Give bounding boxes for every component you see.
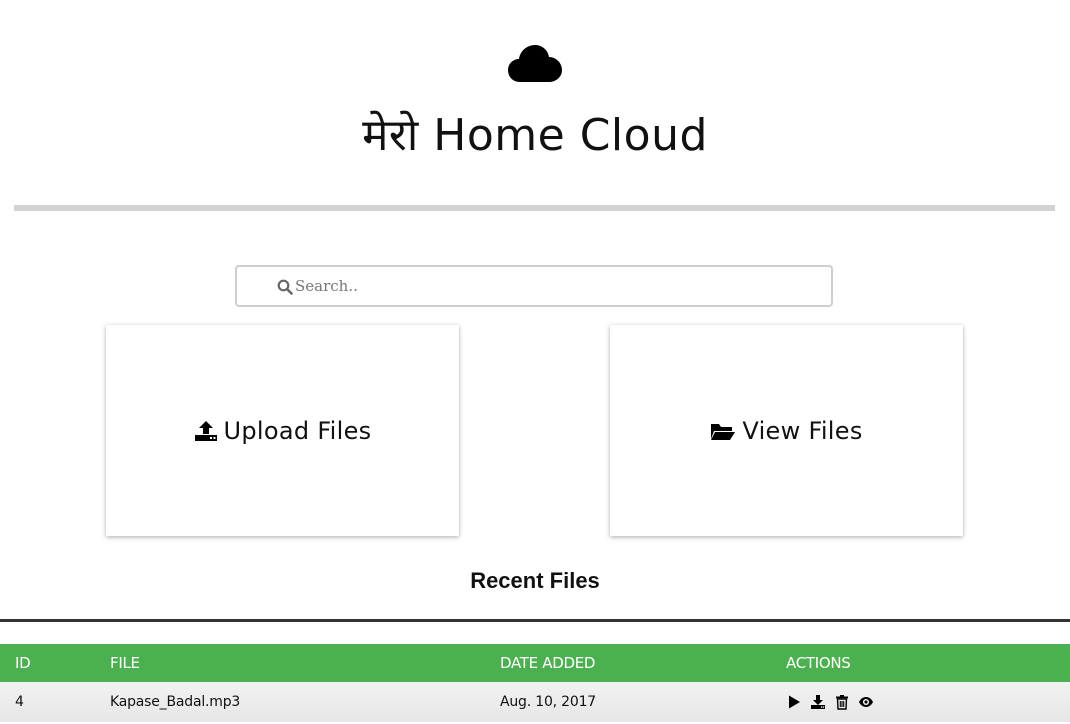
download-icon[interactable]	[810, 694, 826, 710]
cloud-icon	[508, 45, 562, 82]
upload-icon	[194, 420, 217, 441]
file-actions	[786, 682, 1070, 722]
column-header-id: ID	[15, 654, 31, 672]
column-header-date-added: DATE ADDED	[500, 654, 596, 672]
table-top-border	[0, 619, 1070, 622]
table-header-row: ID FILE DATE ADDED ACTIONS	[0, 644, 1070, 682]
search-input[interactable]	[295, 273, 815, 299]
column-header-file: FILE	[110, 654, 140, 672]
recent-files-table: ID FILE DATE ADDED ACTIONS 4 Kapase_Bada…	[0, 644, 1070, 722]
eye-icon[interactable]	[858, 694, 874, 710]
column-header-actions: ACTIONS	[786, 654, 851, 672]
view-files-label: View Files	[742, 416, 863, 445]
table-row: 4 Kapase_Badal.mp3 Aug. 10, 2017	[0, 682, 1070, 722]
search-icon	[277, 279, 293, 295]
play-icon[interactable]	[786, 694, 802, 710]
folder-open-icon	[711, 423, 736, 440]
file-date-added: Aug. 10, 2017	[500, 694, 596, 710]
header-divider	[14, 205, 1055, 211]
trash-icon[interactable]	[834, 694, 850, 710]
upload-files-label: Upload Files	[223, 416, 372, 445]
page-title: मेरो Home Cloud	[362, 110, 708, 161]
recent-files-title: Recent Files	[470, 568, 600, 593]
file-name: Kapase_Badal.mp3	[110, 694, 241, 710]
search-box[interactable]	[235, 265, 833, 307]
page: मेरो Home Cloud Upload Files View Files	[0, 0, 1070, 724]
view-files-card[interactable]: View Files	[610, 325, 963, 536]
file-id: 4	[15, 694, 24, 710]
upload-files-card[interactable]: Upload Files	[106, 325, 459, 536]
